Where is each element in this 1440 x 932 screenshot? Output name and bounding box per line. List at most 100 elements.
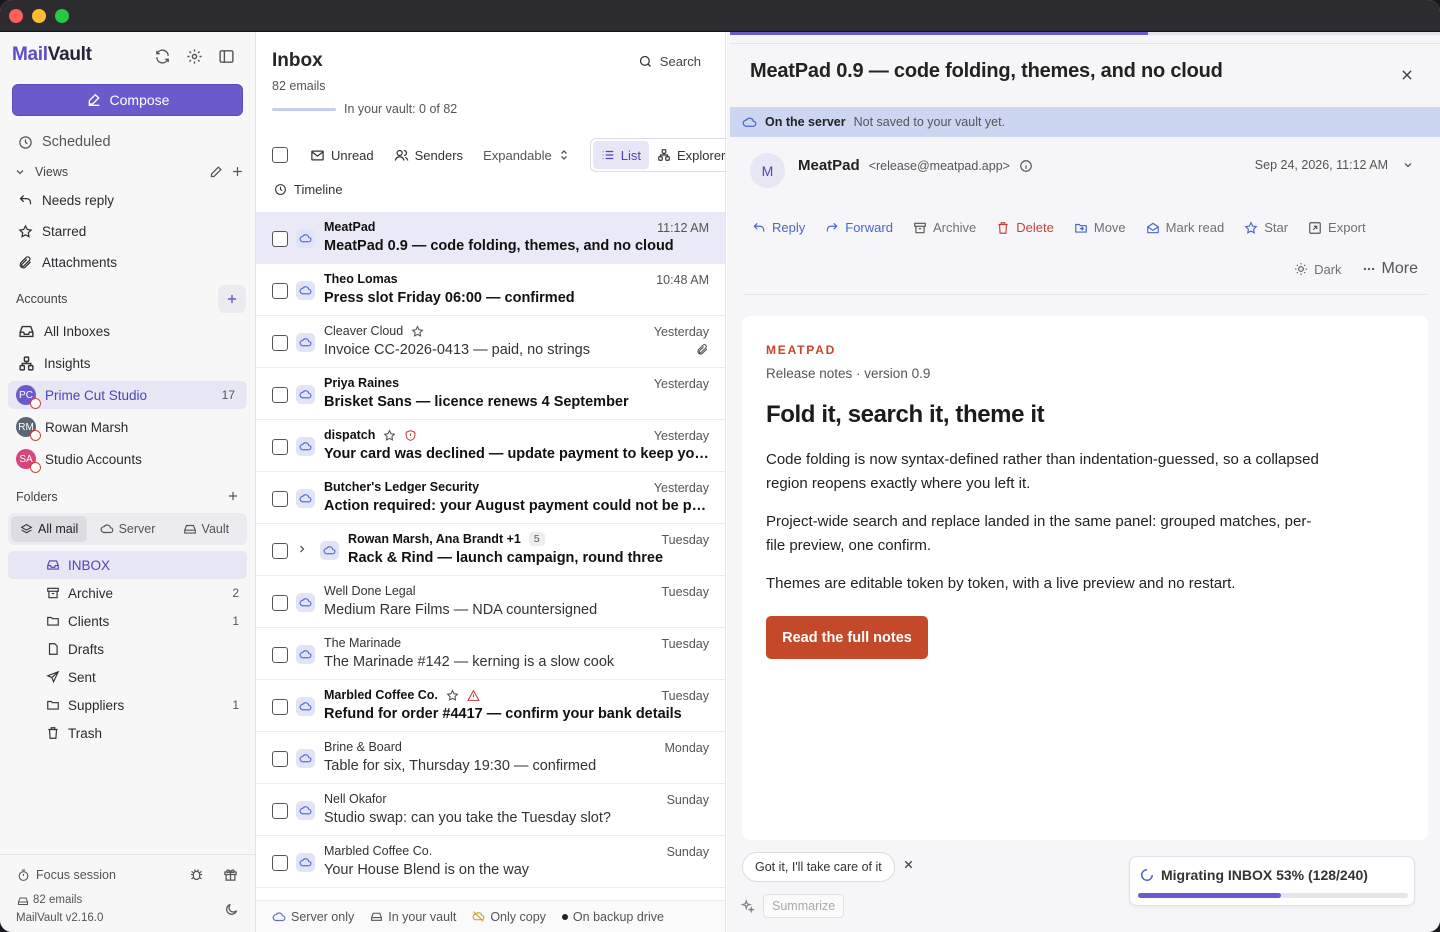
folder-inbox[interactable]: INBOX <box>8 551 247 579</box>
quick-reply-chip[interactable]: Got it, I'll take care of it <box>742 852 895 882</box>
row-checkbox[interactable] <box>272 231 288 247</box>
filter-senders-button[interactable]: Senders <box>384 140 473 170</box>
sidebar-item-studio-accounts[interactable]: SA Studio Accounts <box>8 445 247 473</box>
filter-vault[interactable]: Vault <box>168 516 244 542</box>
row-checkbox[interactable] <box>272 751 288 767</box>
close-icon[interactable] <box>1400 68 1414 85</box>
email-row[interactable]: Well Done Legal Medium Rare Films — NDA … <box>256 576 725 628</box>
sidebar-item-scheduled[interactable]: Scheduled <box>8 128 247 156</box>
search-button[interactable]: Search <box>638 54 701 69</box>
row-checkbox[interactable] <box>272 699 288 715</box>
sidebar-item-all-inboxes[interactable]: All Inboxes <box>8 317 247 345</box>
add-folder-icon[interactable] <box>226 489 240 506</box>
row-checkbox[interactable] <box>272 491 288 507</box>
star-icon[interactable] <box>446 688 459 702</box>
sidebar-item-label: Attachments <box>42 254 118 270</box>
email-row[interactable]: Theo Lomas Press slot Friday 06:00 — con… <box>256 264 725 316</box>
dark-mode-button[interactable]: Dark <box>1294 262 1342 277</box>
settings-gear-icon[interactable] <box>186 48 203 65</box>
sidebar-item-prime-cut-studio[interactable]: PC Prime Cut Studio 17 <box>8 381 247 409</box>
folder-sent[interactable]: Sent <box>8 663 247 691</box>
filter-all-mail[interactable]: All mail <box>11 516 88 542</box>
sidebar-item-needs-reply[interactable]: Needs reply <box>8 186 247 214</box>
row-checkbox[interactable] <box>272 387 288 403</box>
list-count: 82 emails <box>272 79 326 93</box>
email-row[interactable]: Butcher's Ledger Security Action require… <box>256 472 725 524</box>
body-paragraph: Themes are editable token by token, with… <box>766 575 1236 592</box>
sidebar-item-rowan-marsh[interactable]: RM Rowan Marsh <box>8 413 247 441</box>
close-window-button[interactable] <box>9 9 23 23</box>
row-checkbox[interactable] <box>272 647 288 663</box>
drive-icon <box>371 912 383 921</box>
refresh-icon[interactable] <box>154 48 171 65</box>
shield-alert-icon <box>404 429 417 442</box>
move-button[interactable]: Move <box>1074 220 1126 235</box>
sidebar-item-label: Rowan Marsh <box>45 419 129 435</box>
row-checkbox[interactable] <box>272 855 288 871</box>
timeline-button[interactable]: Timeline <box>274 182 343 197</box>
read-full-notes-button[interactable]: Read the full notes <box>766 616 928 659</box>
email-row[interactable]: Marbled Coffee Co. Your House Blend is o… <box>256 836 725 888</box>
chevron-right-icon[interactable] <box>296 543 308 558</box>
star-icon[interactable] <box>383 428 396 442</box>
sidebar-toggle-icon[interactable] <box>218 48 235 65</box>
explorer-view-button[interactable]: Explorer <box>649 141 733 169</box>
focus-session-link[interactable]: Focus session <box>36 868 116 882</box>
email-row[interactable]: Cleaver Cloud Invoice CC-2026-0413 — pai… <box>256 316 725 368</box>
email-row[interactable]: Brine & Board Table for six, Thursday 19… <box>256 732 725 784</box>
summarize-button[interactable]: Summarize <box>763 894 845 918</box>
cloud-icon <box>296 645 315 664</box>
bug-icon[interactable] <box>189 867 204 882</box>
gift-icon[interactable] <box>223 867 238 882</box>
star-icon[interactable] <box>411 324 424 338</box>
email-row[interactable]: Nell Okafor Studio swap: can you take th… <box>256 784 725 836</box>
reply-button[interactable]: Reply <box>752 220 805 235</box>
email-row[interactable]: MeatPad MeatPad 0.9 — code folding, them… <box>256 212 725 264</box>
moon-icon[interactable] <box>224 902 239 917</box>
mark-read-button[interactable]: Mark read <box>1146 220 1224 235</box>
row-checkbox[interactable] <box>272 283 288 299</box>
expandable-select[interactable]: Expandable <box>473 140 580 170</box>
zoom-window-button[interactable] <box>55 9 69 23</box>
sidebar-item-starred[interactable]: Starred <box>8 217 247 245</box>
filter-unread-button[interactable]: Unread <box>300 140 384 170</box>
folder-suppliers[interactable]: Suppliers 1 <box>8 691 247 719</box>
folder-drafts[interactable]: Drafts <box>8 635 247 663</box>
info-icon[interactable] <box>1019 159 1033 173</box>
email-row[interactable]: Marbled Coffee Co. Refund for order #441… <box>256 680 725 732</box>
list-view-button[interactable]: List <box>592 141 649 169</box>
sender-name[interactable]: MeatPad <box>798 157 860 174</box>
add-account-button[interactable] <box>218 285 246 313</box>
trash-icon <box>998 221 1008 234</box>
filter-server[interactable]: Server <box>89 516 165 542</box>
star-button[interactable]: Star <box>1244 220 1288 235</box>
email-thread-row[interactable]: Rowan Marsh, Ana Brandt +1 5 Rack & Rind … <box>256 524 725 576</box>
sidebar-item-insights[interactable]: Insights <box>8 349 247 377</box>
row-checkbox[interactable] <box>272 543 288 559</box>
compose-button[interactable]: Compose <box>12 84 243 116</box>
email-row[interactable]: dispatch Your card was declined — update… <box>256 420 725 472</box>
email-row[interactable]: Priya Raines Brisket Sans — licence rene… <box>256 368 725 420</box>
more-button[interactable]: More <box>1362 260 1418 278</box>
email-subject: Rack & Rind — launch campaign, round thr… <box>348 550 664 566</box>
select-all-checkbox[interactable] <box>272 147 288 163</box>
row-checkbox[interactable] <box>272 595 288 611</box>
sidebar-item-attachments[interactable]: Attachments <box>8 248 247 276</box>
dismiss-quick-reply-icon[interactable] <box>902 858 915 874</box>
folder-trash[interactable]: Trash <box>8 719 247 747</box>
folder-clients[interactable]: Clients 1 <box>8 607 247 635</box>
list-toolbar: Unread Senders Expandable List Explorer <box>272 138 737 172</box>
delete-button[interactable]: Delete <box>996 220 1054 235</box>
archive-button[interactable]: Archive <box>913 220 976 235</box>
edit-views-icon[interactable] <box>209 164 224 182</box>
email-row[interactable]: The Marinade The Marinade #142 — kerning… <box>256 628 725 680</box>
forward-button[interactable]: Forward <box>825 220 893 235</box>
chevron-down-icon[interactable] <box>1402 159 1414 171</box>
add-view-icon[interactable] <box>230 164 245 182</box>
export-button[interactable]: Export <box>1308 220 1366 235</box>
row-checkbox[interactable] <box>272 803 288 819</box>
row-checkbox[interactable] <box>272 335 288 351</box>
folder-archive[interactable]: Archive 2 <box>8 579 247 607</box>
row-checkbox[interactable] <box>272 439 288 455</box>
minimize-window-button[interactable] <box>32 9 46 23</box>
